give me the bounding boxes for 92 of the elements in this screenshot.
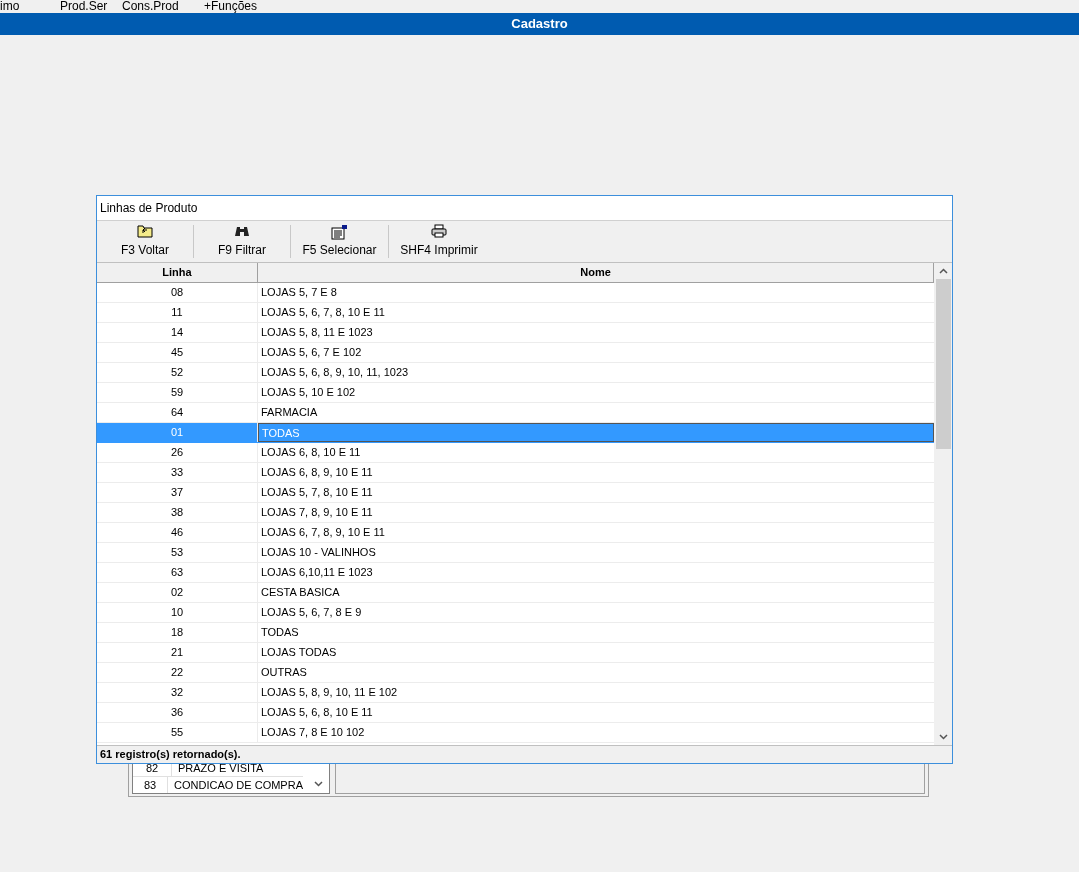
table-cell-text: LOJAS 5, 7 E 8 (260, 285, 338, 300)
table-cell: 52 (97, 363, 258, 382)
table-cell-text: LOJAS 6, 8, 9, 10 E 11 (260, 465, 374, 480)
table-cell-text: LOJAS 5, 6, 7, 8 E 9 (260, 605, 363, 620)
table-row[interactable]: 37 LOJAS 5, 7, 8, 10 E 11 (97, 483, 934, 503)
table-row[interactable]: 33 LOJAS 6, 8, 9, 10 E 11 (97, 463, 934, 483)
table-cell: 63 (97, 563, 258, 582)
table-row[interactable]: 38 LOJAS 7, 8, 9, 10 E 11 (97, 503, 934, 523)
binoculars-icon (234, 224, 250, 238)
table-cell-text: OUTRAS (260, 665, 308, 680)
table-cell: 55 (97, 723, 258, 742)
table-cell-text: TODAS (260, 625, 300, 640)
table-cell: 21 (97, 643, 258, 662)
table-row[interactable]: 18 TODAS (97, 623, 934, 643)
table-cell: 08 (97, 283, 258, 302)
column-header[interactable]: Nome (258, 263, 934, 283)
table-row[interactable]: 53 LOJAS 10 - VALINHOS (97, 543, 934, 563)
list-cell-text: 83 (142, 778, 158, 793)
table-row[interactable]: 55 LOJAS 7, 8 E 10 102 (97, 723, 934, 743)
table-row[interactable]: 21 LOJAS TODAS (97, 643, 934, 663)
table-row[interactable]: 26 LOJAS 6, 8, 10 E 11 (97, 443, 934, 463)
table-cell: 64 (97, 403, 258, 422)
table-row[interactable]: 63 LOJAS 6,10,11 E 1023 (97, 563, 934, 583)
list-cell-text: 82 (144, 761, 160, 776)
table-row[interactable]: 59 LOJAS 5, 10 E 102 (97, 383, 934, 403)
table-cell: 33 (97, 463, 258, 482)
table-row[interactable]: 45 LOJAS 5, 6, 7 E 102 (97, 343, 934, 363)
window-title: Cadastro (511, 15, 568, 34)
table-cell: 59 (97, 383, 258, 402)
table-cell-text: LOJAS 6, 8, 10 E 11 (260, 445, 362, 460)
toolbar-button[interactable]: SHF4 Imprimir (389, 224, 489, 259)
table-row[interactable]: 46 LOJAS 6, 7, 8, 9, 10 E 11 (97, 523, 934, 543)
column-header[interactable]: Linha (97, 263, 258, 283)
status-text: 61 registro(s) retornado(s). (100, 747, 241, 763)
table-cell: 38 (97, 503, 258, 522)
table-cell-text: LOJAS 5, 7, 8, 10 E 11 (260, 485, 374, 500)
table-cell-text: LOJAS 7, 8, 9, 10 E 11 (260, 505, 374, 520)
table-row[interactable]: 10 LOJAS 5, 6, 7, 8 E 9 (97, 603, 934, 623)
table-cell-text: LOJAS 5, 6, 7 E 102 (260, 345, 363, 360)
table-cell: 18 (97, 623, 258, 642)
table-cell-text: LOJAS 5, 6, 8, 10 E 11 (260, 705, 374, 720)
chevron-down-icon[interactable] (314, 781, 323, 787)
menu-item[interactable]: Cons.Prod (122, 0, 204, 13)
table-cell: 46 (97, 523, 258, 542)
form-icon (330, 224, 349, 240)
scrollbar[interactable] (934, 263, 952, 745)
toolbar-button[interactable]: F9 Filtrar (194, 224, 290, 259)
table-row[interactable]: 11 LOJAS 5, 6, 7, 8, 10 E 11 (97, 303, 934, 323)
table-cell: TODAS (258, 423, 934, 442)
table-row[interactable]: 14 LOJAS 5, 8, 11 E 1023 (97, 323, 934, 343)
table-cell: 01 (97, 423, 258, 442)
table-cell-text: LOJAS 5, 10 E 102 (260, 385, 357, 400)
table-row[interactable]: 02 CESTA BASICA (97, 583, 934, 603)
table-row[interactable]: 08 LOJAS 5, 7 E 8 (97, 283, 934, 303)
table-cell-text: LOJAS 5, 6, 8, 9, 10, 11, 1023 (260, 365, 410, 380)
menu-item[interactable]: imo (0, 0, 60, 13)
scrollbar-thumb[interactable] (935, 279, 951, 449)
menu-item[interactable]: +Funções (204, 0, 284, 13)
table-cell-text: FARMACIA (260, 405, 319, 420)
dialog-title: Linhas de Produto (100, 200, 198, 217)
chevron-up-icon[interactable] (938, 268, 948, 274)
table-cell: 36 (97, 703, 258, 722)
table-cell-text: LOJAS 6,10,11 E 1023 (260, 565, 374, 580)
table-cell: 32 (97, 683, 258, 702)
table-cell-text: LOJAS 5, 8, 9, 10, 11 E 102 (260, 685, 399, 700)
table-cell-text: LOJAS 5, 8, 11 E 1023 (260, 325, 374, 340)
table-cell: 26 (97, 443, 258, 462)
folder-icon (137, 224, 153, 238)
table-cell-text: LOJAS 7, 8 E 10 102 (260, 725, 366, 740)
table-row[interactable]: 36 LOJAS 5, 6, 8, 10 E 11 (97, 703, 934, 723)
table-cell: 37 (97, 483, 258, 502)
table-cell: 02 (97, 583, 258, 602)
table-cell-text: LOJAS 10 - VALINHOS (260, 545, 377, 560)
table-row[interactable]: 52 LOJAS 5, 6, 8, 9, 10, 11, 1023 (97, 363, 934, 383)
table-cell: 22 (97, 663, 258, 682)
table-cell-text: LOJAS 5, 6, 7, 8, 10 E 11 (260, 305, 386, 320)
chevron-down-icon[interactable] (938, 734, 948, 740)
table-row[interactable]: 22 OUTRAS (97, 663, 934, 683)
table-row[interactable]: 32 LOJAS 5, 8, 9, 10, 11 E 102 (97, 683, 934, 703)
toolbar-button[interactable]: F5 Selecionar (291, 224, 388, 259)
table-cell: 53 (97, 543, 258, 562)
menu-item[interactable]: Prod.Ser (60, 0, 122, 13)
table-cell: 10 (97, 603, 258, 622)
table-cell-text: CESTA BASICA (260, 585, 341, 600)
table-cell-text: LOJAS 6, 7, 8, 9, 10 E 11 (260, 525, 386, 540)
table-cell-text: LOJAS TODAS (260, 645, 338, 660)
table-cell: 14 (97, 323, 258, 342)
table-cell: 45 (97, 343, 258, 362)
table-cell: 11 (97, 303, 258, 322)
list-cell: CONDICAO DE COMPRA (167, 777, 303, 793)
toolbar-button[interactable]: F3 Voltar (97, 224, 193, 259)
printer-icon (431, 224, 447, 238)
